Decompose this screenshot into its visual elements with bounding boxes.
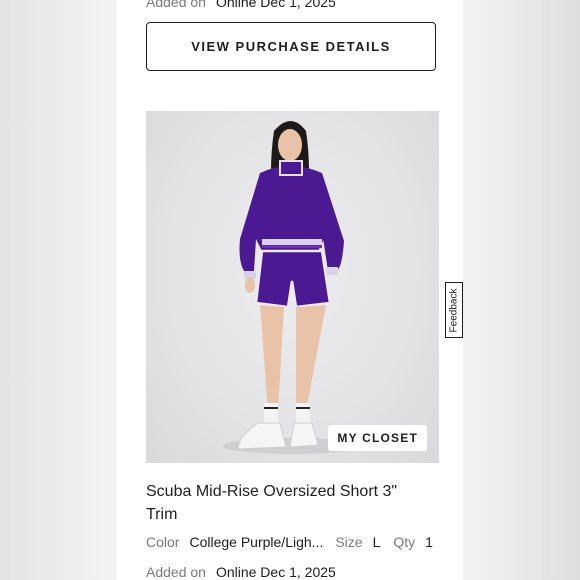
product-added-on-row: Added on Online Dec 1, 2025 — [146, 564, 336, 580]
model-photo-illustration — [223, 121, 363, 454]
added-on-value: Online Dec 1, 2025 — [215, 564, 336, 580]
qty-label: Qty — [393, 534, 416, 550]
right-sneaker — [289, 422, 319, 448]
color-value: College Purple/Ligh... — [189, 534, 324, 550]
feedback-label: Feedback — [448, 288, 460, 332]
size-label: Size — [335, 534, 363, 550]
product-title[interactable]: Scuba Mid-Rise Oversized Short 3" Trim — [146, 480, 416, 526]
collar — [279, 160, 303, 176]
left-sock-stripe — [264, 407, 278, 409]
hem-stripe-inner — [262, 245, 322, 248]
hem-stripe — [262, 239, 322, 245]
qty-value: 1 — [425, 534, 433, 550]
added-on-label: Added on — [146, 564, 206, 580]
my-closet-badge[interactable]: MY CLOSET — [328, 425, 427, 451]
left-leg — [260, 305, 284, 411]
face — [278, 129, 302, 161]
left-hand — [245, 277, 255, 293]
right-sock-stripe — [296, 407, 310, 409]
color-label: Color — [146, 534, 180, 550]
previous-added-on-row: Added on Online Dec 1, 2025 — [146, 0, 336, 10]
product-meta-row: Color College Purple/Ligh... Size L Qty … — [146, 534, 433, 550]
left-sneaker — [237, 422, 287, 450]
added-on-value: Online Dec 1, 2025 — [215, 0, 336, 10]
product-image[interactable]: MY CLOSET — [146, 111, 439, 463]
view-purchase-details-button[interactable]: VIEW PURCHASE DETAILS — [146, 22, 436, 71]
right-cuff — [326, 267, 338, 275]
feedback-tab[interactable]: Feedback — [445, 282, 463, 338]
right-leg — [296, 305, 326, 411]
purchase-list-card: Added on Online Dec 1, 2025 VIEW PURCHASE… — [117, 0, 463, 580]
size-value: L — [372, 534, 381, 550]
added-on-label: Added on — [146, 0, 206, 10]
shorts — [254, 249, 332, 309]
